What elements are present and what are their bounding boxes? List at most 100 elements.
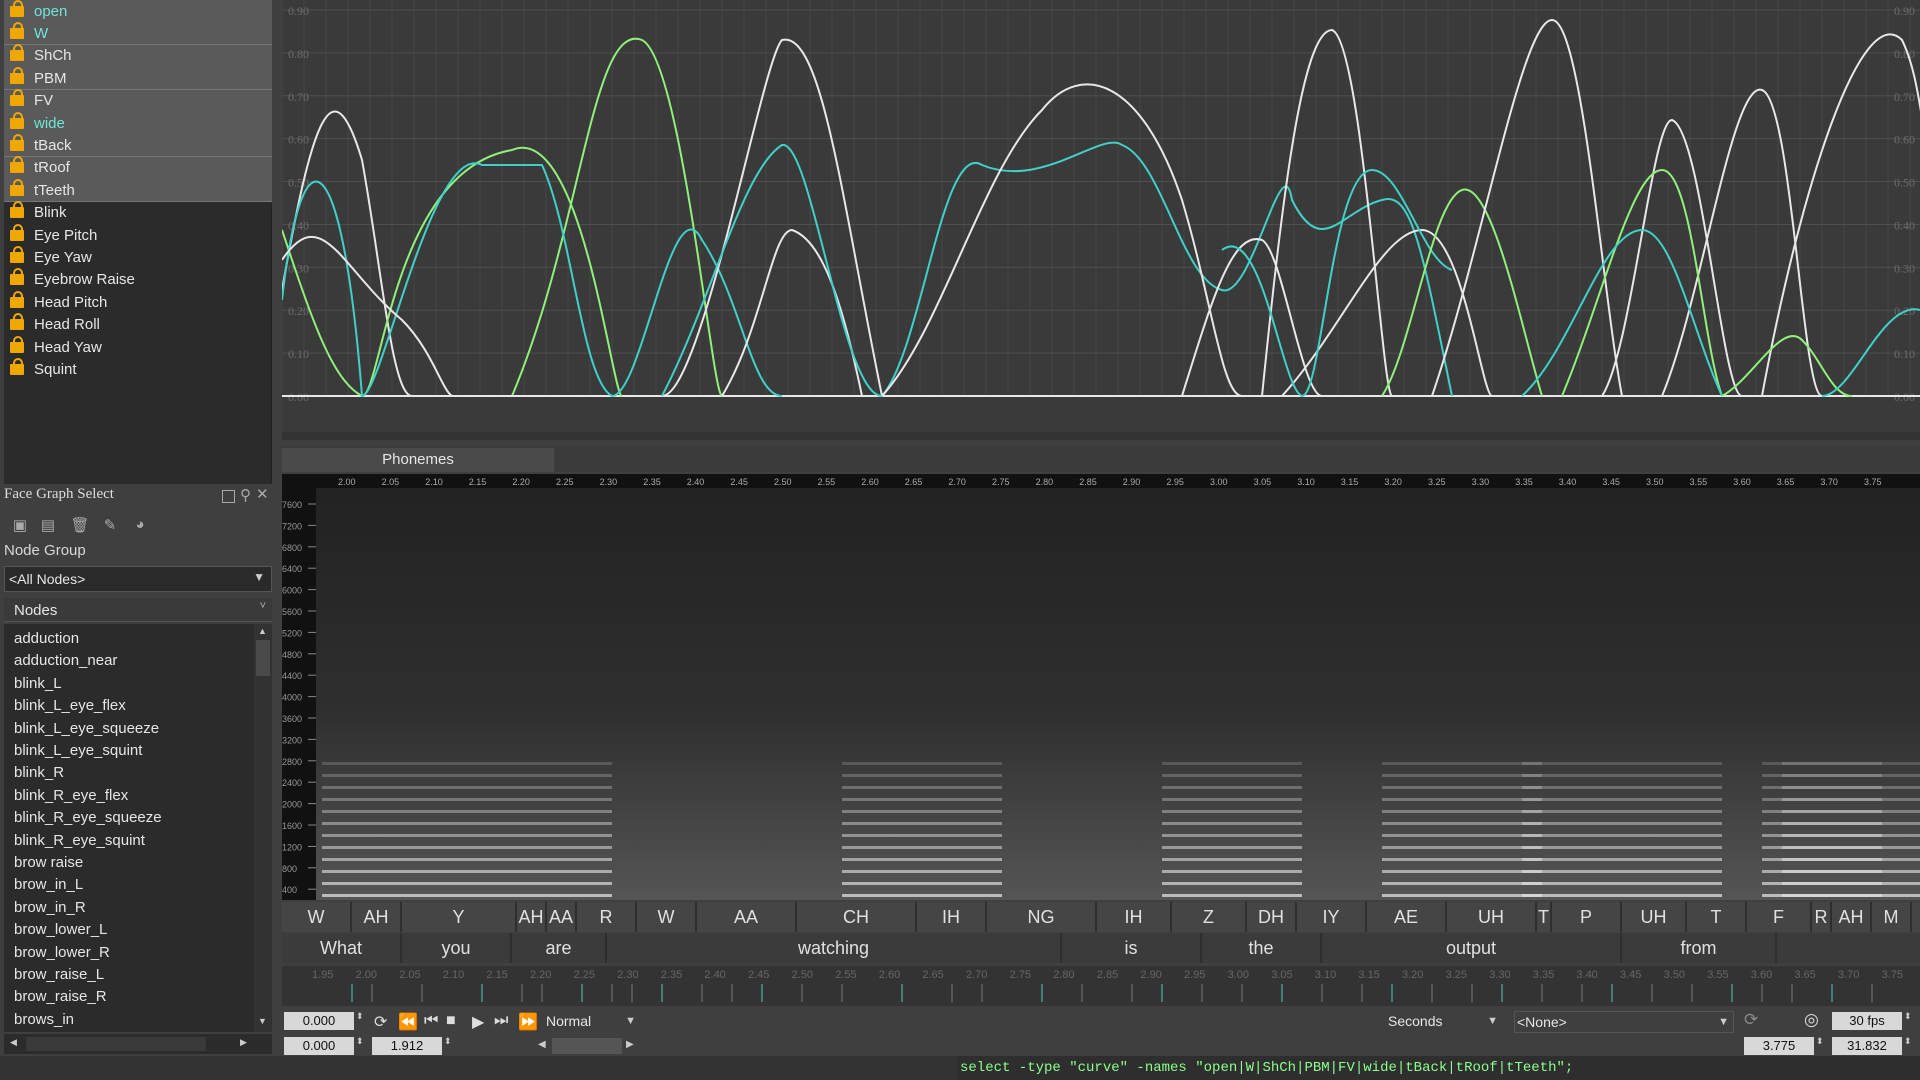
phoneme-cell[interactable]: T bbox=[1687, 902, 1747, 932]
animation-curve[interactable] bbox=[1601, 118, 1743, 397]
node-list-item[interactable]: brow_lower_R bbox=[14, 942, 110, 964]
range-end-spin-icon[interactable]: ⬍ bbox=[444, 1036, 452, 1047]
start-time-spin-icon[interactable]: ⬍ bbox=[356, 1011, 364, 1022]
curve-item[interactable]: Blink bbox=[4, 201, 272, 224]
animation-curve[interactable] bbox=[1761, 33, 1920, 397]
curve-item[interactable]: Squint bbox=[4, 357, 272, 380]
pin-icon[interactable]: ⚲ bbox=[240, 486, 251, 505]
hscroll-thumb[interactable] bbox=[26, 1037, 206, 1051]
node-list-item[interactable]: adduction bbox=[14, 628, 79, 650]
curve-item[interactable]: Eye Yaw bbox=[4, 245, 272, 268]
node-list-item[interactable]: blink_L_eye_squeeze bbox=[14, 718, 159, 740]
nodes-column-header[interactable]: Nodes ˅ bbox=[4, 598, 272, 622]
start-time-field[interactable]: 0.000 bbox=[284, 1012, 354, 1030]
node-list-item[interactable]: brow_in_L bbox=[14, 874, 83, 896]
phoneme-cell[interactable]: IY bbox=[1297, 902, 1367, 932]
word-cell[interactable]: are bbox=[512, 933, 607, 963]
word-cell[interactable]: from bbox=[1622, 933, 1777, 963]
curve-item[interactable]: W bbox=[4, 21, 272, 46]
tab-phonemes[interactable]: Phonemes bbox=[282, 448, 554, 472]
animation-curve[interactable] bbox=[1221, 168, 1453, 398]
lock-icon[interactable] bbox=[10, 313, 24, 331]
lock-icon[interactable] bbox=[10, 290, 24, 309]
node-list-scrollbar[interactable]: ▲ ▼ bbox=[254, 624, 272, 1032]
lock-icon[interactable] bbox=[10, 66, 24, 85]
rewind-icon[interactable]: ⏪ bbox=[398, 1012, 418, 1032]
phoneme-cell[interactable]: W bbox=[282, 902, 352, 932]
animation-curve[interactable] bbox=[1561, 168, 1723, 397]
animation-curve[interactable] bbox=[1261, 28, 1393, 397]
lock-icon[interactable] bbox=[10, 245, 24, 264]
step-forward-icon[interactable]: ⏭ bbox=[494, 1012, 508, 1030]
snap-icon[interactable]: ◎ bbox=[1804, 1010, 1819, 1030]
scroll-left-arrow-icon[interactable]: ◀ bbox=[10, 1037, 17, 1048]
phoneme-cell[interactable]: AH bbox=[352, 902, 402, 932]
add-node-icon[interactable]: ▣ bbox=[10, 516, 30, 534]
close-icon[interactable]: ✕ bbox=[256, 485, 269, 504]
lock-icon[interactable] bbox=[10, 133, 24, 152]
lock-icon[interactable] bbox=[10, 201, 24, 219]
phoneme-cell[interactable]: IH bbox=[917, 902, 987, 932]
node-list-item[interactable]: brows_in bbox=[14, 1009, 74, 1031]
curve-item[interactable]: Head Roll bbox=[4, 313, 272, 336]
step-back-icon[interactable]: ⏮ bbox=[424, 1012, 438, 1030]
scroll-up-arrow-icon[interactable]: ▲ bbox=[258, 626, 267, 636]
lock-icon[interactable] bbox=[10, 156, 24, 174]
word-cell[interactable]: is bbox=[1062, 933, 1202, 963]
animation-curve[interactable] bbox=[1721, 335, 1853, 397]
word-cell[interactable]: watching bbox=[607, 933, 1062, 963]
command-line[interactable]: select -type "curve" -names "open|W|ShCh… bbox=[958, 1056, 1920, 1080]
playback-speed-dropdown[interactable]: Normal ▼ bbox=[546, 1011, 636, 1031]
time-units-dropdown[interactable]: Seconds ▼ bbox=[1388, 1011, 1498, 1031]
node-list-item[interactable]: blink_L bbox=[14, 673, 62, 695]
animation-curve[interactable] bbox=[511, 37, 723, 397]
timeline-ruler[interactable]: 1.95 2.00 2.05 2.10 2.15 2.20 2.25 2.30 2.35 2.40… bbox=[282, 966, 1920, 1006]
node-list-item[interactable]: brow_raise_R bbox=[14, 986, 107, 1008]
range-end-field[interactable]: 1.912 bbox=[372, 1037, 442, 1055]
phoneme-cell[interactable]: Z bbox=[1172, 902, 1247, 932]
phoneme-cell[interactable]: UH bbox=[1447, 902, 1537, 932]
range-slider[interactable] bbox=[552, 1038, 622, 1054]
curve-item[interactable]: Head Pitch bbox=[4, 290, 272, 313]
lock-icon[interactable] bbox=[10, 357, 24, 376]
range-start-field[interactable]: 0.000 bbox=[284, 1037, 354, 1055]
animation-curve[interactable] bbox=[1521, 228, 1723, 397]
curve-item[interactable]: PBM bbox=[4, 66, 272, 91]
stop-icon[interactable]: ■ bbox=[446, 1012, 456, 1030]
phoneme-cell[interactable]: T bbox=[1537, 902, 1552, 932]
node-list-item[interactable]: brow raise bbox=[14, 852, 83, 874]
current-time-field[interactable]: 3.775 bbox=[1744, 1037, 1814, 1055]
curve-item[interactable]: open bbox=[4, 0, 272, 23]
node-list-item[interactable]: brow_raise_L bbox=[14, 964, 104, 986]
copy-node-icon[interactable]: ▤ bbox=[38, 516, 58, 534]
spectrogram[interactable]: 7600 7200 6800 6400 6000 5600 5200 4800 4400 4000… bbox=[282, 474, 1920, 900]
animation-curve[interactable] bbox=[661, 141, 1453, 398]
curve-item[interactable]: Eyebrow Raise bbox=[4, 268, 272, 291]
phoneme-cell[interactable]: NG bbox=[987, 902, 1097, 932]
node-list-item[interactable]: blink_R bbox=[14, 762, 64, 784]
phoneme-cell[interactable]: AA bbox=[547, 902, 577, 932]
play-icon[interactable]: ▶ bbox=[472, 1012, 484, 1032]
phoneme-cell[interactable]: AH bbox=[517, 902, 547, 932]
pencil-icon[interactable]: ✎ bbox=[100, 516, 120, 534]
curve-item[interactable]: FV bbox=[4, 89, 272, 113]
lock-icon[interactable] bbox=[10, 335, 24, 354]
node-list-item[interactable]: brow_lower_L bbox=[14, 919, 107, 941]
lock-icon[interactable] bbox=[10, 111, 24, 130]
end-time-field[interactable]: 31.832 bbox=[1832, 1037, 1902, 1055]
word-cell[interactable]: the bbox=[1202, 933, 1322, 963]
phoneme-track[interactable]: W AH Y AH AA R W AA CH IH NG IH Z DH IY AE UH T P UH T F R AH M bbox=[282, 902, 1920, 932]
word-cell[interactable]: What bbox=[282, 933, 402, 963]
lock-icon[interactable] bbox=[10, 21, 24, 40]
sync-icon[interactable]: ⟳ bbox=[1744, 1010, 1758, 1030]
phoneme-cell[interactable]: F bbox=[1747, 902, 1812, 932]
lock-icon[interactable] bbox=[10, 268, 24, 286]
lock-icon[interactable] bbox=[10, 223, 24, 242]
node-list-item[interactable]: blink_L_eye_flex bbox=[14, 695, 126, 717]
node-group-dropdown[interactable]: <All Nodes> ▼ bbox=[4, 566, 272, 592]
node-list-item[interactable]: blink_L_eye_squint bbox=[14, 740, 142, 762]
phoneme-cell[interactable]: M bbox=[1872, 902, 1912, 932]
curve-graph-svg[interactable]: 0.90 0.90 0.80 0.80 0.70 0.70 0.60 0.60 0.50 0.50… bbox=[281, 0, 1920, 432]
node-list-item[interactable]: blink_R_eye_squint bbox=[14, 830, 145, 852]
word-cell[interactable]: output bbox=[1322, 933, 1622, 963]
